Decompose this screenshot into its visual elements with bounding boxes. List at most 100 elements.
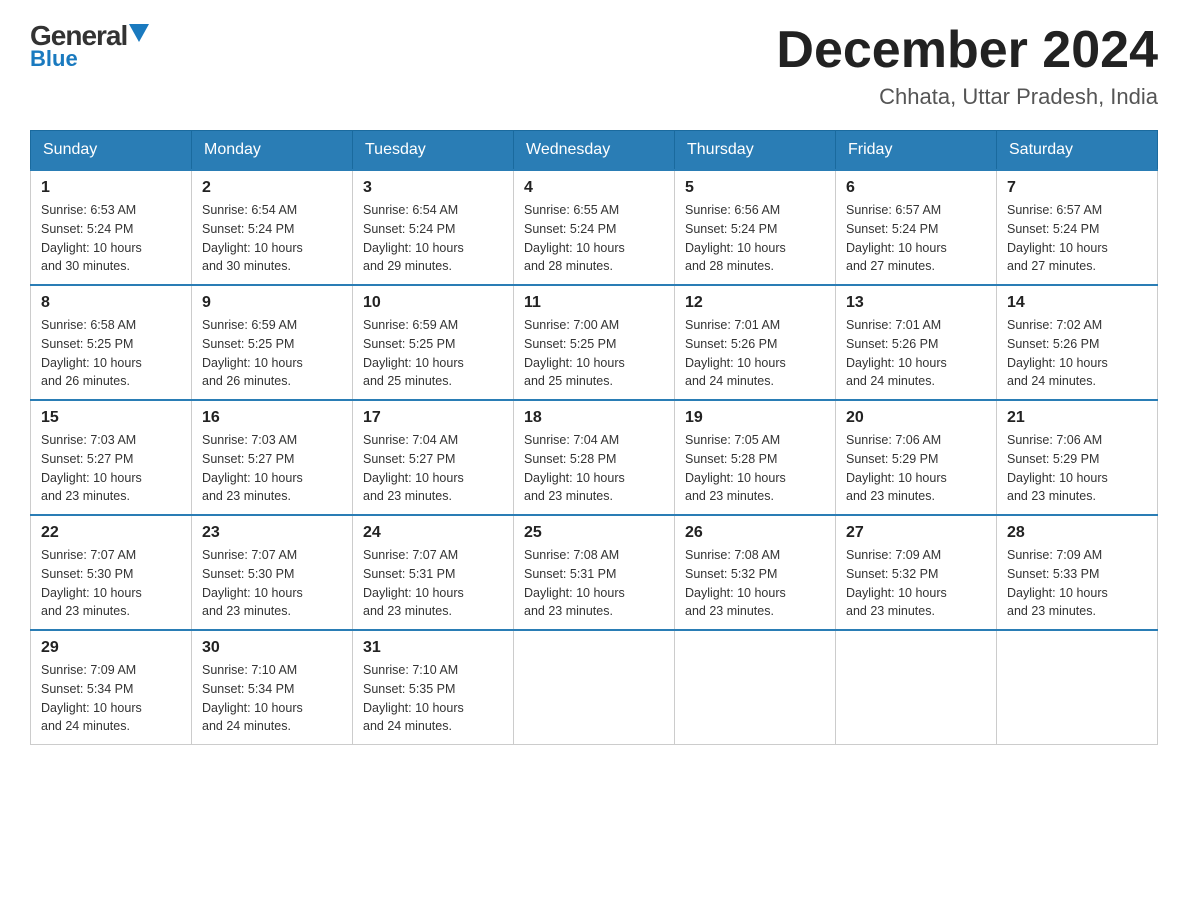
table-row: 9 Sunrise: 6:59 AM Sunset: 5:25 PM Dayli…: [192, 285, 353, 400]
day-info: Sunrise: 7:08 AM Sunset: 5:32 PM Dayligh…: [685, 546, 825, 621]
day-number: 28: [1007, 524, 1147, 542]
day-number: 4: [524, 179, 664, 197]
day-info: Sunrise: 7:08 AM Sunset: 5:31 PM Dayligh…: [524, 546, 664, 621]
day-number: 13: [846, 294, 986, 312]
day-info: Sunrise: 6:54 AM Sunset: 5:24 PM Dayligh…: [202, 201, 342, 276]
day-info: Sunrise: 7:07 AM Sunset: 5:31 PM Dayligh…: [363, 546, 503, 621]
day-number: 23: [202, 524, 342, 542]
day-number: 3: [363, 179, 503, 197]
table-row: 5 Sunrise: 6:56 AM Sunset: 5:24 PM Dayli…: [675, 170, 836, 285]
day-number: 12: [685, 294, 825, 312]
day-info: Sunrise: 6:55 AM Sunset: 5:24 PM Dayligh…: [524, 201, 664, 276]
table-row: 27 Sunrise: 7:09 AM Sunset: 5:32 PM Dayl…: [836, 515, 997, 630]
day-info: Sunrise: 6:59 AM Sunset: 5:25 PM Dayligh…: [363, 316, 503, 391]
day-info: Sunrise: 7:07 AM Sunset: 5:30 PM Dayligh…: [41, 546, 181, 621]
day-number: 18: [524, 409, 664, 427]
day-info: Sunrise: 7:06 AM Sunset: 5:29 PM Dayligh…: [846, 431, 986, 506]
day-number: 20: [846, 409, 986, 427]
table-row: 3 Sunrise: 6:54 AM Sunset: 5:24 PM Dayli…: [353, 170, 514, 285]
day-number: 24: [363, 524, 503, 542]
table-row: 11 Sunrise: 7:00 AM Sunset: 5:25 PM Dayl…: [514, 285, 675, 400]
table-row: 30 Sunrise: 7:10 AM Sunset: 5:34 PM Dayl…: [192, 630, 353, 745]
day-number: 16: [202, 409, 342, 427]
day-info: Sunrise: 7:01 AM Sunset: 5:26 PM Dayligh…: [685, 316, 825, 391]
day-info: Sunrise: 6:53 AM Sunset: 5:24 PM Dayligh…: [41, 201, 181, 276]
day-number: 1: [41, 179, 181, 197]
calendar-week-row: 8 Sunrise: 6:58 AM Sunset: 5:25 PM Dayli…: [31, 285, 1158, 400]
logo-blue-text: Blue: [30, 46, 78, 72]
col-friday: Friday: [836, 131, 997, 171]
day-info: Sunrise: 7:07 AM Sunset: 5:30 PM Dayligh…: [202, 546, 342, 621]
calendar-week-row: 29 Sunrise: 7:09 AM Sunset: 5:34 PM Dayl…: [31, 630, 1158, 745]
table-row: 25 Sunrise: 7:08 AM Sunset: 5:31 PM Dayl…: [514, 515, 675, 630]
table-row: 6 Sunrise: 6:57 AM Sunset: 5:24 PM Dayli…: [836, 170, 997, 285]
col-sunday: Sunday: [31, 131, 192, 171]
day-info: Sunrise: 7:09 AM Sunset: 5:32 PM Dayligh…: [846, 546, 986, 621]
day-number: 2: [202, 179, 342, 197]
calendar-week-row: 22 Sunrise: 7:07 AM Sunset: 5:30 PM Dayl…: [31, 515, 1158, 630]
table-row: 16 Sunrise: 7:03 AM Sunset: 5:27 PM Dayl…: [192, 400, 353, 515]
table-row: 4 Sunrise: 6:55 AM Sunset: 5:24 PM Dayli…: [514, 170, 675, 285]
day-info: Sunrise: 7:02 AM Sunset: 5:26 PM Dayligh…: [1007, 316, 1147, 391]
table-row: 29 Sunrise: 7:09 AM Sunset: 5:34 PM Dayl…: [31, 630, 192, 745]
day-info: Sunrise: 6:59 AM Sunset: 5:25 PM Dayligh…: [202, 316, 342, 391]
col-tuesday: Tuesday: [353, 131, 514, 171]
day-number: 9: [202, 294, 342, 312]
page-header: General Blue December 2024 Chhata, Uttar…: [30, 20, 1158, 110]
day-info: Sunrise: 7:04 AM Sunset: 5:28 PM Dayligh…: [524, 431, 664, 506]
day-info: Sunrise: 7:03 AM Sunset: 5:27 PM Dayligh…: [202, 431, 342, 506]
table-row: [514, 630, 675, 745]
day-info: Sunrise: 7:06 AM Sunset: 5:29 PM Dayligh…: [1007, 431, 1147, 506]
day-info: Sunrise: 7:04 AM Sunset: 5:27 PM Dayligh…: [363, 431, 503, 506]
title-section: December 2024 Chhata, Uttar Pradesh, Ind…: [776, 20, 1158, 110]
logo: General Blue: [30, 20, 149, 72]
table-row: 31 Sunrise: 7:10 AM Sunset: 5:35 PM Dayl…: [353, 630, 514, 745]
col-wednesday: Wednesday: [514, 131, 675, 171]
day-number: 22: [41, 524, 181, 542]
day-info: Sunrise: 7:10 AM Sunset: 5:34 PM Dayligh…: [202, 661, 342, 736]
table-row: 10 Sunrise: 6:59 AM Sunset: 5:25 PM Dayl…: [353, 285, 514, 400]
day-number: 30: [202, 639, 342, 657]
col-monday: Monday: [192, 131, 353, 171]
day-info: Sunrise: 6:58 AM Sunset: 5:25 PM Dayligh…: [41, 316, 181, 391]
table-row: 23 Sunrise: 7:07 AM Sunset: 5:30 PM Dayl…: [192, 515, 353, 630]
table-row: 7 Sunrise: 6:57 AM Sunset: 5:24 PM Dayli…: [997, 170, 1158, 285]
day-number: 29: [41, 639, 181, 657]
day-info: Sunrise: 6:57 AM Sunset: 5:24 PM Dayligh…: [846, 201, 986, 276]
location-subtitle: Chhata, Uttar Pradesh, India: [776, 84, 1158, 110]
day-number: 26: [685, 524, 825, 542]
table-row: 18 Sunrise: 7:04 AM Sunset: 5:28 PM Dayl…: [514, 400, 675, 515]
day-info: Sunrise: 6:57 AM Sunset: 5:24 PM Dayligh…: [1007, 201, 1147, 276]
table-row: [836, 630, 997, 745]
day-number: 5: [685, 179, 825, 197]
day-info: Sunrise: 7:01 AM Sunset: 5:26 PM Dayligh…: [846, 316, 986, 391]
day-info: Sunrise: 7:03 AM Sunset: 5:27 PM Dayligh…: [41, 431, 181, 506]
table-row: 13 Sunrise: 7:01 AM Sunset: 5:26 PM Dayl…: [836, 285, 997, 400]
table-row: 1 Sunrise: 6:53 AM Sunset: 5:24 PM Dayli…: [31, 170, 192, 285]
day-number: 27: [846, 524, 986, 542]
col-thursday: Thursday: [675, 131, 836, 171]
day-info: Sunrise: 7:00 AM Sunset: 5:25 PM Dayligh…: [524, 316, 664, 391]
month-title: December 2024: [776, 20, 1158, 80]
calendar-week-row: 15 Sunrise: 7:03 AM Sunset: 5:27 PM Dayl…: [31, 400, 1158, 515]
calendar-week-row: 1 Sunrise: 6:53 AM Sunset: 5:24 PM Dayli…: [31, 170, 1158, 285]
table-row: 2 Sunrise: 6:54 AM Sunset: 5:24 PM Dayli…: [192, 170, 353, 285]
calendar-header-row: Sunday Monday Tuesday Wednesday Thursday…: [31, 131, 1158, 171]
table-row: 14 Sunrise: 7:02 AM Sunset: 5:26 PM Dayl…: [997, 285, 1158, 400]
table-row: 22 Sunrise: 7:07 AM Sunset: 5:30 PM Dayl…: [31, 515, 192, 630]
table-row: 26 Sunrise: 7:08 AM Sunset: 5:32 PM Dayl…: [675, 515, 836, 630]
table-row: [997, 630, 1158, 745]
day-info: Sunrise: 7:09 AM Sunset: 5:34 PM Dayligh…: [41, 661, 181, 736]
table-row: 19 Sunrise: 7:05 AM Sunset: 5:28 PM Dayl…: [675, 400, 836, 515]
table-row: 20 Sunrise: 7:06 AM Sunset: 5:29 PM Dayl…: [836, 400, 997, 515]
day-number: 19: [685, 409, 825, 427]
table-row: [675, 630, 836, 745]
day-number: 8: [41, 294, 181, 312]
day-number: 31: [363, 639, 503, 657]
day-number: 15: [41, 409, 181, 427]
table-row: 17 Sunrise: 7:04 AM Sunset: 5:27 PM Dayl…: [353, 400, 514, 515]
day-number: 17: [363, 409, 503, 427]
table-row: 15 Sunrise: 7:03 AM Sunset: 5:27 PM Dayl…: [31, 400, 192, 515]
table-row: 8 Sunrise: 6:58 AM Sunset: 5:25 PM Dayli…: [31, 285, 192, 400]
day-number: 11: [524, 294, 664, 312]
